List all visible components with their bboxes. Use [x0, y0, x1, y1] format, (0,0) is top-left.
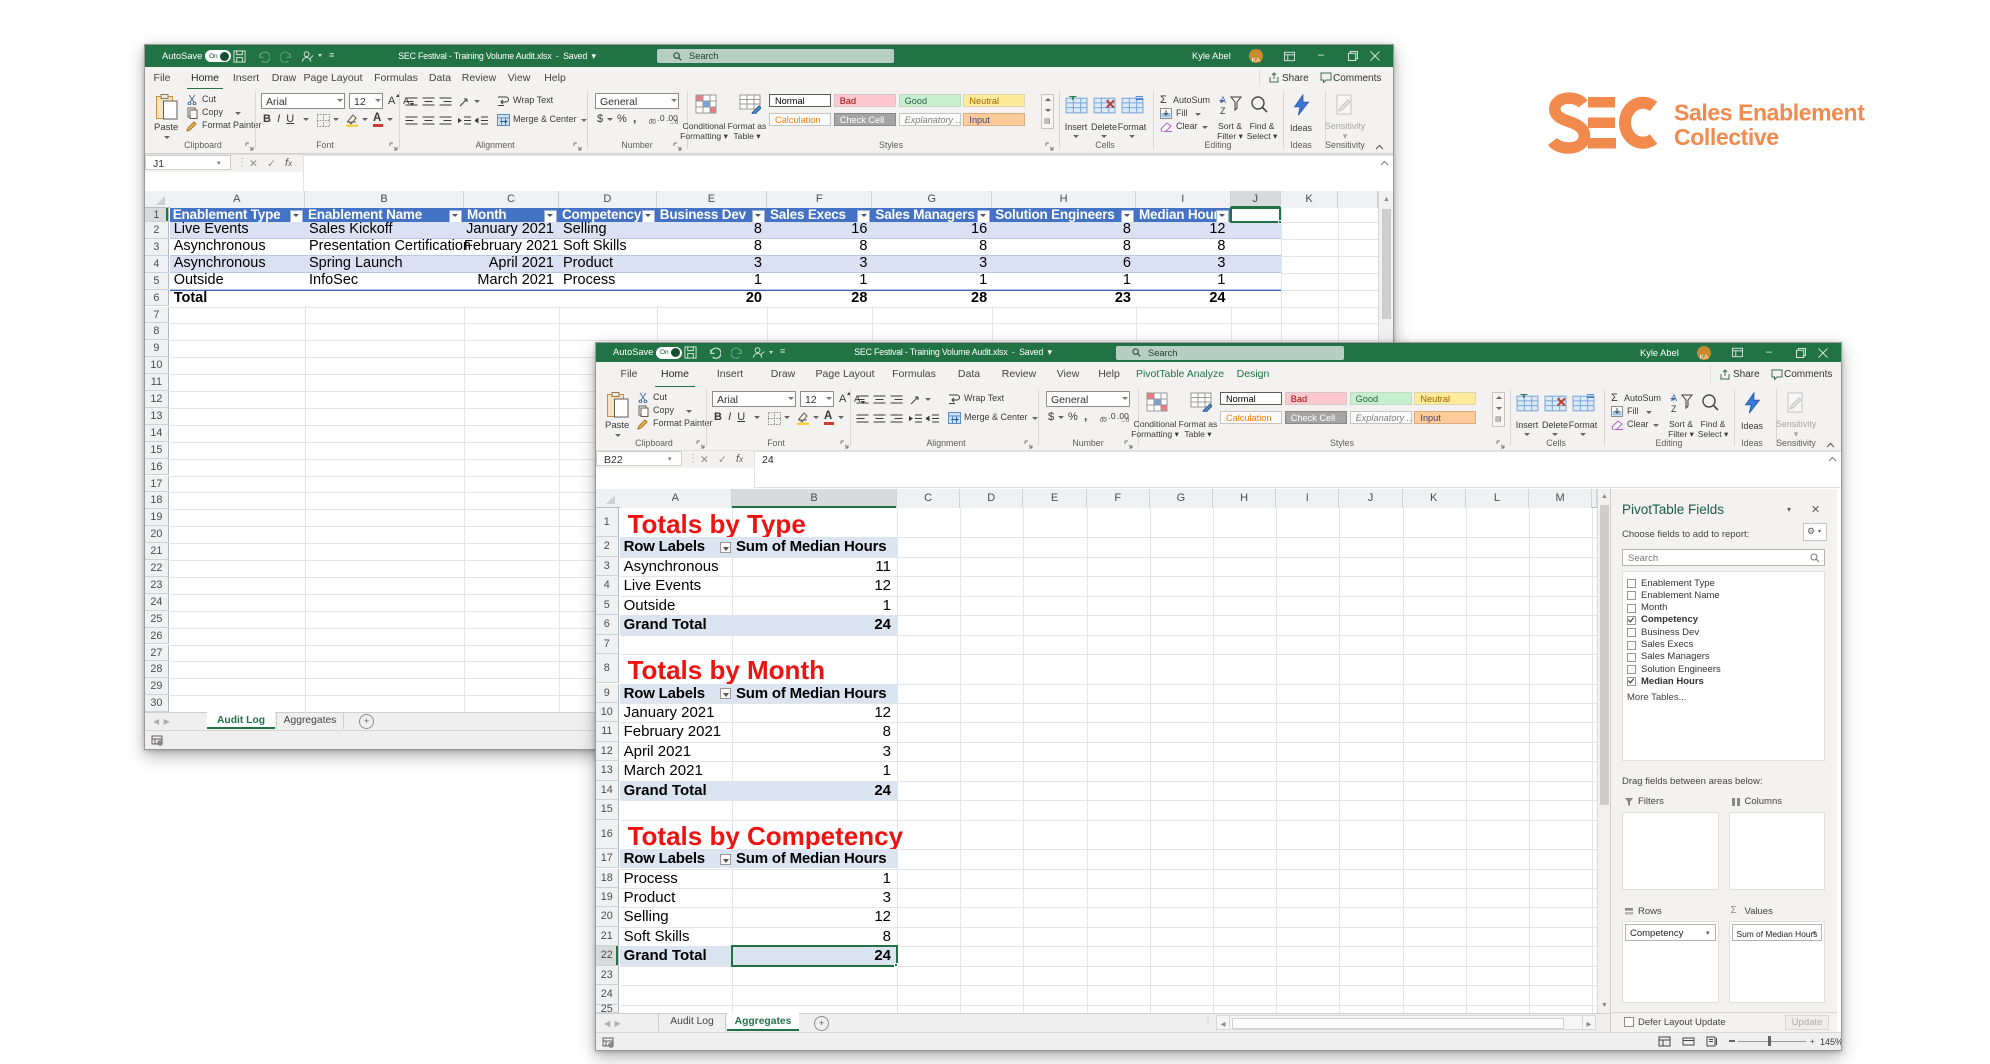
svg-text:Sales Enablement: Sales Enablement	[1674, 100, 1865, 126]
svg-text:A: A	[1220, 95, 1226, 105]
svg-text:A: A	[1671, 393, 1677, 403]
svg-text:Collective: Collective	[1674, 124, 1779, 150]
svg-text:Z: Z	[1671, 404, 1677, 414]
svg-text:Z: Z	[1220, 106, 1226, 116]
